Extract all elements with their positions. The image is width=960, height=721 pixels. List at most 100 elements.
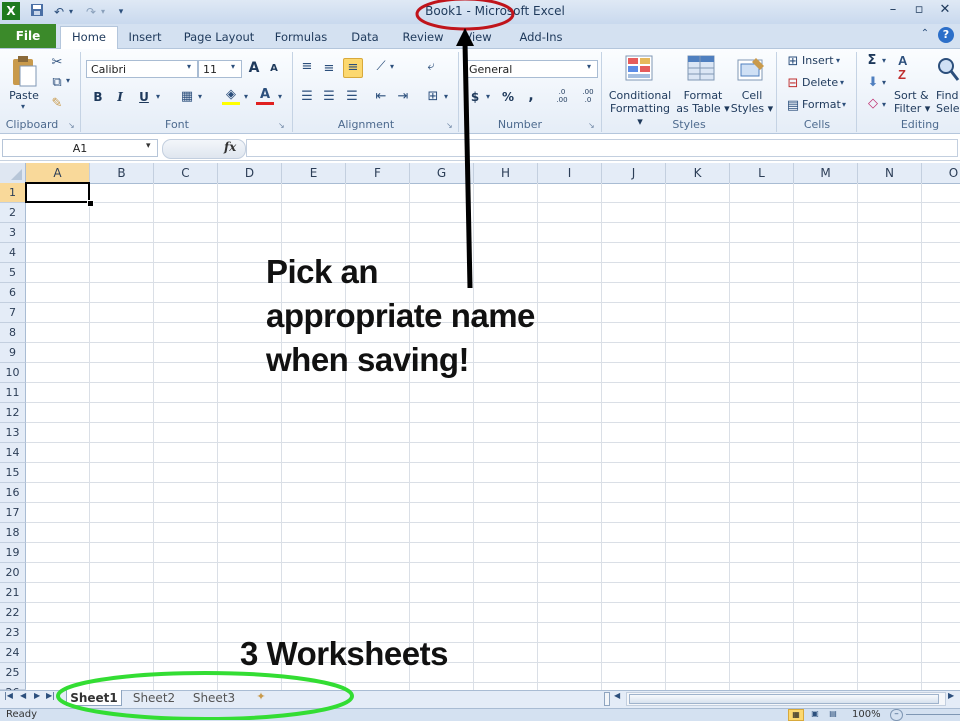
column-header-b[interactable]: B	[90, 163, 154, 183]
fill-dropdown-icon[interactable]: ▾	[882, 78, 886, 87]
percent-button[interactable]: %	[500, 90, 516, 104]
borders-icon[interactable]: ▦	[178, 88, 196, 106]
underline-button[interactable]: U	[136, 90, 152, 104]
currency-button[interactable]: $	[468, 90, 482, 104]
align-center-icon[interactable]: ☰	[320, 88, 338, 106]
tab-file[interactable]: File	[0, 24, 56, 48]
row-header-20[interactable]: 20	[0, 563, 26, 583]
find-select-button[interactable]: Find Selec	[936, 89, 960, 115]
fill-color-dropdown-icon[interactable]: ▾	[244, 92, 248, 101]
orientation-icon[interactable]: ⟋	[372, 58, 390, 76]
row-header-21[interactable]: 21	[0, 583, 26, 603]
decrease-indent-icon[interactable]: ⇤	[372, 88, 390, 106]
scroll-left-icon[interactable]: ◀	[614, 691, 620, 700]
column-header-a[interactable]: A	[26, 163, 90, 183]
font-name-dropdown-icon[interactable]: ▾	[187, 62, 191, 71]
insert-cells-icon[interactable]: ⊞	[784, 53, 802, 71]
merge-center-icon[interactable]: ⊞	[424, 88, 442, 106]
column-header-e[interactable]: E	[282, 163, 346, 183]
zoom-level[interactable]: 100%	[852, 709, 881, 720]
tab-data[interactable]: Data	[344, 28, 386, 48]
row-header-25[interactable]: 25	[0, 663, 26, 683]
column-header-c[interactable]: C	[154, 163, 218, 183]
first-sheet-icon[interactable]: |◀	[4, 691, 13, 700]
alignment-dialog-launcher-icon[interactable]: ↘	[446, 121, 453, 130]
number-format-dropdown-icon[interactable]: ▾	[587, 62, 591, 71]
format-cells-icon[interactable]: ▤	[784, 97, 802, 115]
format-as-table-icon[interactable]	[686, 54, 718, 84]
tab-page-layout[interactable]: Page Layout	[178, 28, 260, 48]
minimize-ribbon-icon[interactable]: ⌃	[918, 28, 932, 44]
cell-styles-button[interactable]: Cell Styles ▾	[730, 89, 774, 115]
align-top-icon[interactable]: ≡	[298, 58, 316, 76]
paste-dropdown-icon[interactable]: ▾	[18, 102, 28, 111]
select-all-corner[interactable]	[0, 163, 26, 183]
row-header-17[interactable]: 17	[0, 503, 26, 523]
merge-dropdown-icon[interactable]: ▾	[444, 92, 448, 101]
copy-icon[interactable]: ⧉	[48, 74, 66, 92]
align-right-icon[interactable]: ☰	[343, 88, 361, 106]
paste-icon[interactable]	[10, 54, 38, 88]
copy-dropdown-icon[interactable]: ▾	[66, 76, 70, 85]
column-header-o[interactable]: O	[922, 163, 960, 183]
row-header-7[interactable]: 7	[0, 303, 26, 323]
row-header-9[interactable]: 9	[0, 343, 26, 363]
row-header-5[interactable]: 5	[0, 263, 26, 283]
font-size-dropdown-icon[interactable]: ▾	[231, 62, 235, 71]
sort-filter-icon[interactable]: AZ	[898, 54, 928, 84]
row-header-4[interactable]: 4	[0, 243, 26, 263]
increase-indent-icon[interactable]: ⇥	[394, 88, 412, 106]
clear-icon[interactable]: ◇	[864, 95, 882, 113]
minimize-button[interactable]: –	[880, 0, 906, 20]
font-color-icon[interactable]: A	[256, 86, 274, 105]
row-header-2[interactable]: 2	[0, 203, 26, 223]
insert-worksheet-icon[interactable]: ✦	[252, 690, 270, 706]
format-painter-icon[interactable]: ✎	[48, 95, 66, 113]
insert-cells-button[interactable]: Insert	[802, 54, 834, 67]
align-bottom-icon[interactable]: ≡	[343, 58, 363, 78]
tab-add-ins[interactable]: Add-Ins	[512, 28, 570, 48]
column-header-m[interactable]: M	[794, 163, 858, 183]
name-box-dropdown-icon[interactable]: ▾	[146, 141, 151, 151]
increase-decimal-button[interactable]: .0 .00	[552, 88, 572, 104]
row-header-10[interactable]: 10	[0, 363, 26, 383]
column-header-n[interactable]: N	[858, 163, 922, 183]
column-header-h[interactable]: H	[474, 163, 538, 183]
autosum-dropdown-icon[interactable]: ▾	[882, 56, 886, 65]
cell-styles-icon[interactable]	[736, 54, 768, 84]
find-select-icon[interactable]	[936, 54, 960, 84]
tab-formulas[interactable]: Formulas	[270, 28, 332, 48]
maximize-button[interactable]: ▫	[906, 0, 932, 20]
tab-view[interactable]: View	[458, 28, 498, 48]
borders-dropdown-icon[interactable]: ▾	[198, 92, 202, 101]
horizontal-scroll-thumb[interactable]	[629, 694, 939, 704]
row-header-19[interactable]: 19	[0, 543, 26, 563]
row-header-16[interactable]: 16	[0, 483, 26, 503]
decrease-decimal-button[interactable]: .00 .0	[578, 88, 598, 104]
autosum-button[interactable]: Σ	[864, 53, 880, 68]
row-header-14[interactable]: 14	[0, 443, 26, 463]
row-header-6[interactable]: 6	[0, 283, 26, 303]
formula-input[interactable]	[246, 139, 958, 157]
font-size-box[interactable]: 11	[198, 60, 242, 78]
orientation-dropdown-icon[interactable]: ▾	[390, 62, 394, 71]
name-box[interactable]: A1	[2, 139, 158, 157]
normal-view-icon[interactable]: ▦	[788, 709, 804, 721]
row-header-8[interactable]: 8	[0, 323, 26, 343]
row-header-18[interactable]: 18	[0, 523, 26, 543]
shrink-font-button[interactable]: A	[266, 63, 282, 74]
next-sheet-icon[interactable]: ▶	[34, 691, 40, 700]
column-header-g[interactable]: G	[410, 163, 474, 183]
sheet-tab-sheet3[interactable]: Sheet3	[186, 690, 242, 706]
tab-insert[interactable]: Insert	[122, 28, 168, 48]
active-cell[interactable]	[25, 182, 90, 203]
tab-review[interactable]: Review	[398, 28, 448, 48]
horizontal-scrollbar-split[interactable]	[604, 692, 610, 706]
row-header-3[interactable]: 3	[0, 223, 26, 243]
italic-button[interactable]: I	[112, 90, 128, 104]
currency-dropdown-icon[interactable]: ▾	[486, 92, 490, 101]
fill-handle[interactable]	[87, 200, 94, 207]
horizontal-scrollbar[interactable]	[626, 692, 946, 706]
sheet-tab-sheet1[interactable]: Sheet1	[66, 690, 122, 706]
number-dialog-launcher-icon[interactable]: ↘	[588, 121, 595, 130]
